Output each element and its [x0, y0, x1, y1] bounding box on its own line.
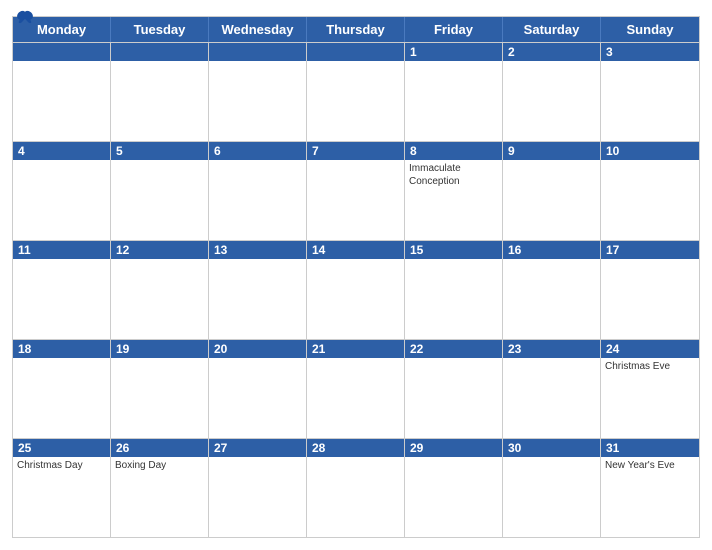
- day-number: 26: [111, 439, 208, 457]
- day-cell: 6: [209, 141, 307, 240]
- day-number: 6: [209, 142, 306, 160]
- day-number: 11: [13, 241, 110, 259]
- day-event: Christmas Eve: [601, 358, 699, 375]
- week-row-5: 25Christmas Day26Boxing Day2728293031New…: [13, 438, 699, 537]
- day-number: 7: [307, 142, 404, 160]
- day-event: Boxing Day: [111, 457, 208, 474]
- day-number: 9: [503, 142, 600, 160]
- day-number: 10: [601, 142, 699, 160]
- day-number: [307, 43, 404, 61]
- day-number: 13: [209, 241, 306, 259]
- day-number: 30: [503, 439, 600, 457]
- week-row-1: 123: [13, 42, 699, 141]
- day-number: 18: [13, 340, 110, 358]
- day-cell: [13, 42, 111, 141]
- day-number: 20: [209, 340, 306, 358]
- day-number: 1: [405, 43, 502, 61]
- week-row-4: 18192021222324Christmas Eve: [13, 339, 699, 438]
- day-cell: 3: [601, 42, 699, 141]
- day-number: 24: [601, 340, 699, 358]
- logo-bird-icon: [16, 10, 34, 24]
- day-number: [209, 43, 306, 61]
- day-cell: 11: [13, 240, 111, 339]
- day-number: 19: [111, 340, 208, 358]
- day-cell: 28: [307, 438, 405, 537]
- day-cell: 19: [111, 339, 209, 438]
- day-cell: 4: [13, 141, 111, 240]
- logo: [12, 10, 34, 24]
- day-number: 15: [405, 241, 502, 259]
- day-number: 5: [111, 142, 208, 160]
- day-cell: [307, 42, 405, 141]
- day-header-saturday: Saturday: [503, 17, 601, 42]
- day-cell: 31New Year's Eve: [601, 438, 699, 537]
- week-row-2: 45678Immaculate Conception910: [13, 141, 699, 240]
- calendar-wrapper: MondayTuesdayWednesdayThursdayFridaySatu…: [0, 0, 712, 550]
- day-number: 4: [13, 142, 110, 160]
- day-cell: [209, 42, 307, 141]
- day-number: 29: [405, 439, 502, 457]
- day-number: 14: [307, 241, 404, 259]
- day-number: 23: [503, 340, 600, 358]
- day-number: 3: [601, 43, 699, 61]
- day-number: 16: [503, 241, 600, 259]
- day-cell: 25Christmas Day: [13, 438, 111, 537]
- day-header-sunday: Sunday: [601, 17, 699, 42]
- day-header-friday: Friday: [405, 17, 503, 42]
- day-cell: 23: [503, 339, 601, 438]
- day-cell: [111, 42, 209, 141]
- day-number: 8: [405, 142, 502, 160]
- day-cell: 17: [601, 240, 699, 339]
- day-number: 12: [111, 241, 208, 259]
- day-number: 17: [601, 241, 699, 259]
- day-number: [111, 43, 208, 61]
- day-cell: 2: [503, 42, 601, 141]
- day-number: [13, 43, 110, 61]
- day-cell: 27: [209, 438, 307, 537]
- day-cell: 21: [307, 339, 405, 438]
- day-cell: 24Christmas Eve: [601, 339, 699, 438]
- day-cell: 30: [503, 438, 601, 537]
- day-cell: 8Immaculate Conception: [405, 141, 503, 240]
- day-cell: 9: [503, 141, 601, 240]
- calendar-grid: MondayTuesdayWednesdayThursdayFridaySatu…: [12, 16, 700, 538]
- day-number: 2: [503, 43, 600, 61]
- day-headers: MondayTuesdayWednesdayThursdayFridaySatu…: [13, 17, 699, 42]
- day-cell: 14: [307, 240, 405, 339]
- week-row-3: 11121314151617: [13, 240, 699, 339]
- day-cell: 16: [503, 240, 601, 339]
- day-number: 22: [405, 340, 502, 358]
- day-cell: 22: [405, 339, 503, 438]
- day-number: 27: [209, 439, 306, 457]
- day-number: 28: [307, 439, 404, 457]
- day-number: 31: [601, 439, 699, 457]
- day-number: 21: [307, 340, 404, 358]
- day-cell: 12: [111, 240, 209, 339]
- day-header-thursday: Thursday: [307, 17, 405, 42]
- day-number: 25: [13, 439, 110, 457]
- weeks-container: 12345678Immaculate Conception91011121314…: [13, 42, 699, 537]
- day-cell: 18: [13, 339, 111, 438]
- day-event: Immaculate Conception: [405, 160, 502, 190]
- day-cell: 1: [405, 42, 503, 141]
- day-cell: 13: [209, 240, 307, 339]
- day-event: Christmas Day: [13, 457, 110, 474]
- day-cell: 7: [307, 141, 405, 240]
- day-event: New Year's Eve: [601, 457, 699, 474]
- day-header-wednesday: Wednesday: [209, 17, 307, 42]
- day-cell: 10: [601, 141, 699, 240]
- day-cell: 5: [111, 141, 209, 240]
- day-header-tuesday: Tuesday: [111, 17, 209, 42]
- day-cell: 15: [405, 240, 503, 339]
- day-cell: 26Boxing Day: [111, 438, 209, 537]
- day-cell: 29: [405, 438, 503, 537]
- day-cell: 20: [209, 339, 307, 438]
